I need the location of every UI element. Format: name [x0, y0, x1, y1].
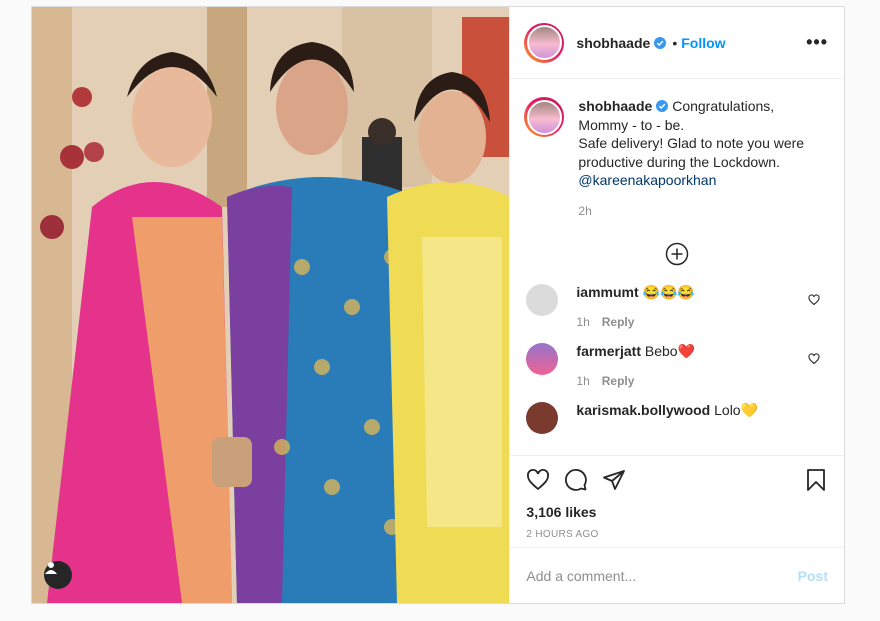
save-bookmark-icon[interactable] — [804, 468, 828, 492]
comment-text: Lolo💛 — [714, 402, 759, 418]
comment-text: Bebo❤️ — [644, 343, 696, 359]
comment-avatar[interactable] — [526, 402, 559, 434]
comment-username[interactable]: iammumt — [576, 284, 638, 300]
separator-dot: • — [672, 34, 678, 51]
comment-bubble-icon[interactable] — [564, 468, 588, 492]
caption-avatar[interactable] — [524, 97, 565, 137]
add-comment-bar: Add a comment... Post — [510, 547, 844, 603]
post-comment-button[interactable]: Post — [798, 568, 828, 584]
like-heart-icon[interactable] — [526, 468, 550, 492]
tag-people-button[interactable] — [44, 561, 72, 589]
share-paper-plane-icon[interactable] — [602, 468, 626, 492]
post-photo[interactable] — [32, 7, 510, 603]
reply-button[interactable]: Reply — [602, 374, 635, 388]
comment-username[interactable]: karismak.bollywood — [576, 402, 710, 418]
verified-badge-icon — [654, 36, 667, 49]
post-timestamp[interactable]: 2 HOURS AGO — [526, 529, 828, 540]
comments-area[interactable]: shobhaade Congratulations, Mommy - to - … — [510, 79, 844, 455]
caption-mention[interactable]: @kareenakapoorkhan — [578, 172, 716, 188]
comment-item: karismak.bollywood Lolo💛 — [510, 402, 844, 434]
comment-avatar[interactable] — [526, 284, 559, 316]
post-header: shobhaade • Follow ••• — [510, 7, 844, 79]
comment-username[interactable]: farmerjatt — [576, 343, 641, 359]
caption: shobhaade Congratulations, Mommy - to - … — [510, 79, 844, 220]
plus-circle-icon — [665, 242, 689, 266]
reply-button[interactable]: Reply — [602, 315, 635, 329]
person-icon — [45, 562, 57, 574]
author-avatar[interactable] — [524, 22, 565, 63]
comment-text: 😂😂😂 — [642, 284, 695, 300]
load-more-comments-button[interactable] — [510, 242, 844, 266]
action-bar: 3,106 likes 2 HOURS AGO — [510, 455, 844, 547]
comment-time[interactable]: 1h — [576, 374, 589, 388]
caption-username[interactable]: shobhaade — [578, 98, 652, 114]
like-count[interactable]: 3,106 likes — [526, 504, 828, 520]
caption-line: Mommy - to - be. — [578, 116, 685, 133]
caption-line: Safe delivery! Glad to note you were — [578, 135, 805, 151]
like-comment-heart-icon[interactable] — [808, 353, 820, 365]
caption-time[interactable]: 2h — [578, 202, 818, 221]
comment-time[interactable]: 1h — [576, 315, 589, 329]
follow-button[interactable]: Follow — [681, 35, 725, 51]
add-comment-input[interactable]: Add a comment... — [526, 568, 636, 584]
caption-line: Congratulations, — [672, 98, 775, 114]
comment-avatar[interactable] — [526, 343, 559, 375]
like-comment-heart-icon[interactable] — [808, 294, 820, 306]
author-username[interactable]: shobhaade — [576, 35, 650, 51]
caption-line: productive during the Lockdown. — [578, 153, 780, 170]
more-options-icon[interactable]: ••• — [806, 32, 828, 53]
photo-illustration — [32, 7, 510, 603]
comment-item: iammumt 😂😂😂 1h Reply — [510, 284, 844, 329]
comment-item: farmerjatt Bebo❤️ 1h Reply — [510, 343, 844, 388]
verified-badge-icon — [656, 100, 669, 112]
post-sidebar: shobhaade • Follow ••• shobhaade Congrat… — [509, 7, 844, 603]
instagram-post: shobhaade • Follow ••• shobhaade Congrat… — [31, 6, 845, 604]
